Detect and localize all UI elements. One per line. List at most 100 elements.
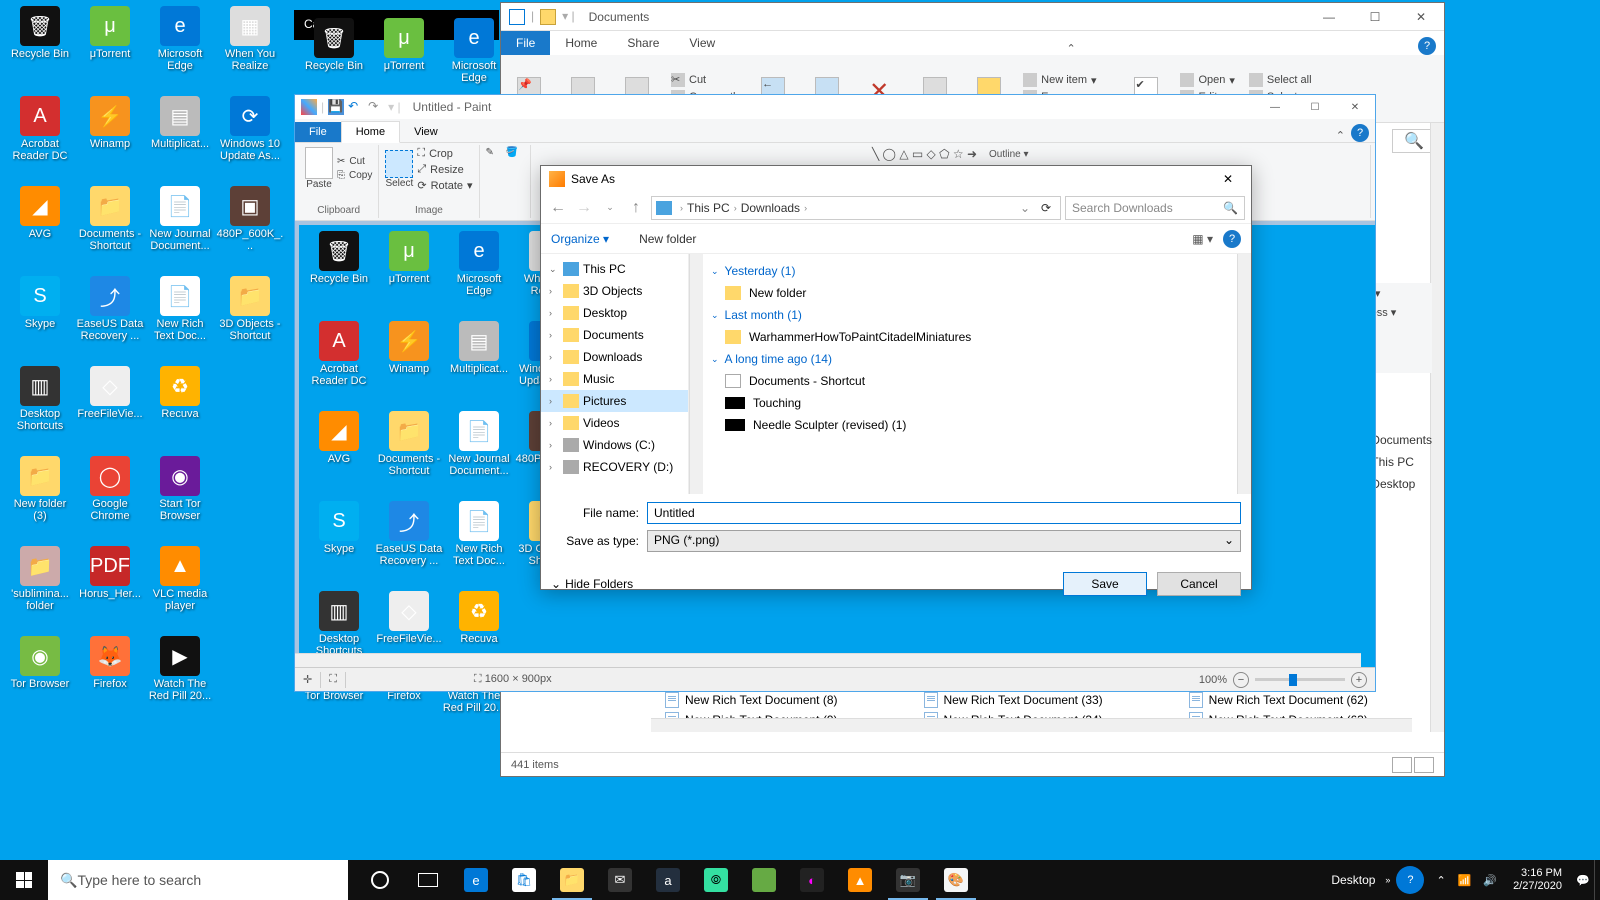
large-icons-view-icon[interactable] xyxy=(1414,757,1434,773)
tree-windows-c-[interactable]: ›Windows (C:) xyxy=(541,434,688,456)
network-icon[interactable]: 📶 xyxy=(1452,874,1478,887)
qat-icon[interactable] xyxy=(509,9,525,25)
clock[interactable]: 3:16 PM 2/27/2020 xyxy=(1503,867,1572,893)
tab-home[interactable]: Home xyxy=(341,121,400,143)
dialog-titlebar[interactable]: Save As ✕ xyxy=(541,166,1251,192)
list-item[interactable]: New folder xyxy=(711,282,1229,304)
cancel-button[interactable]: Cancel xyxy=(1157,572,1241,596)
task-view-button[interactable] xyxy=(404,860,452,900)
taskbar-app2[interactable]: ◐ xyxy=(788,860,836,900)
paint-titlebar[interactable]: | 💾 ↶ ↷ ▾ | Untitled - Paint ― ☐ ✕ xyxy=(295,95,1375,119)
notifications-icon[interactable]: 💬 xyxy=(1572,860,1594,900)
volume-icon[interactable]: 🔊 xyxy=(1477,874,1503,887)
new-folder-button[interactable]: New folder xyxy=(639,232,696,246)
desktop-icon-winamp[interactable]: ⚡Winamp xyxy=(375,321,443,375)
minimize-button[interactable]: ― xyxy=(1255,95,1295,119)
desktop-icon-microsoft-edge[interactable]: eMicrosoft Edge xyxy=(445,231,513,297)
tree-music[interactable]: ›Music xyxy=(541,368,688,390)
desktop-icon-new-folder-3-[interactable]: 📁New folder (3) xyxy=(6,456,74,522)
tree-desktop[interactable]: ›Desktop xyxy=(541,302,688,324)
new-item-button[interactable]: New item ▾ xyxy=(1023,73,1112,87)
desktop-icon-new-rich-text-doc-[interactable]: 📄New Rich Text Doc... xyxy=(146,276,214,342)
desktop-icon-easeus-data-recovery[interactable]: ⤴EaseUS Data Recovery ... xyxy=(375,501,443,567)
taskbar-edge[interactable]: e xyxy=(452,860,500,900)
tips-icon[interactable]: ? xyxy=(1396,866,1424,894)
zoom-slider[interactable] xyxy=(1255,678,1345,681)
taskbar-mail[interactable]: ✉ xyxy=(596,860,644,900)
file-item[interactable]: New Rich Text Document (33) xyxy=(920,690,1107,710)
tree-pictures[interactable]: ›Pictures xyxy=(541,390,688,412)
desktop-toolbar[interactable]: Desktop xyxy=(1331,873,1375,887)
taskbar-camera[interactable]: 📷 xyxy=(884,860,932,900)
desktop-icon-when-you-realize[interactable]: ▦When You Realize xyxy=(216,6,284,72)
list-item[interactable]: Documents - Shortcut xyxy=(711,370,1229,392)
tree-videos[interactable]: ›Videos xyxy=(541,412,688,434)
taskbar-tripadvisor[interactable]: ⦾ xyxy=(692,860,740,900)
tree-recovery-d-[interactable]: ›RECOVERY (D:) xyxy=(541,456,688,478)
group-header[interactable]: ⌄A long time ago (14) xyxy=(711,352,1229,366)
taskbar-explorer[interactable]: 📁 xyxy=(548,860,596,900)
scrollbar-horizontal[interactable] xyxy=(651,718,1412,732)
tree-documents[interactable]: ›Documents xyxy=(541,324,688,346)
zoom-out[interactable]: − xyxy=(1233,672,1249,688)
tab-share[interactable]: Share xyxy=(612,31,674,55)
forward-button[interactable]: → xyxy=(573,197,595,219)
canvas-scroll-h[interactable] xyxy=(295,653,1361,667)
undo-icon[interactable]: ↶ xyxy=(348,99,364,115)
desktop-icon-desktop-shortcuts[interactable]: ▥Desktop Shortcuts xyxy=(305,591,373,657)
desktop-icon--sublimina-folder[interactable]: 📁'sublimina... folder xyxy=(6,546,74,612)
view-button[interactable]: ▦ ▾ xyxy=(1192,232,1213,246)
group-header[interactable]: ⌄Yesterday (1) xyxy=(711,264,1229,278)
back-button[interactable]: ← xyxy=(547,197,569,219)
desktop-icon-desktop-shortcuts[interactable]: ▥Desktop Shortcuts xyxy=(6,366,74,432)
maximize-button[interactable]: ☐ xyxy=(1352,3,1398,31)
outline-button[interactable]: Outline ▾ xyxy=(989,149,1029,160)
organize-button[interactable]: Organize ▾ xyxy=(551,232,609,246)
tab-view[interactable]: View xyxy=(674,31,730,55)
desktop-icon-google-chrome[interactable]: ◯Google Chrome xyxy=(76,456,144,522)
resize-button[interactable]: ⤢ Resize xyxy=(417,163,472,176)
save-icon[interactable]: 💾 xyxy=(328,99,344,115)
refresh-button[interactable]: ⟳ xyxy=(1036,201,1056,215)
close-button[interactable]: ✕ xyxy=(1335,95,1375,119)
save-button[interactable]: Save xyxy=(1063,572,1147,596)
redo-icon[interactable]: ↷ xyxy=(368,99,384,115)
desktop-icon--torrent[interactable]: μμTorrent xyxy=(76,6,144,60)
desktop-icon-480p-600k-[interactable]: ▣480P_600K_... xyxy=(216,186,284,252)
cut-button[interactable]: ✂Cut xyxy=(671,73,739,87)
list-item[interactable]: Needle Sculpter (revised) (1) xyxy=(711,414,1229,436)
desktop-icon-skype[interactable]: SSkype xyxy=(305,501,373,555)
taskbar-store[interactable]: 🛍 xyxy=(500,860,548,900)
nav-desktop[interactable]: Desktop xyxy=(1371,477,1432,491)
help-icon[interactable]: ? xyxy=(1418,37,1436,55)
desktop-icon-recycle-bin[interactable]: 🗑Recycle Bin xyxy=(305,231,373,285)
desktop-icon-freefilevie-[interactable]: ◇FreeFileVie... xyxy=(375,591,443,645)
pencil-tool[interactable]: ✎ xyxy=(486,147,504,165)
taskbar-amazon[interactable]: a xyxy=(644,860,692,900)
filetype-dropdown[interactable]: PNG (*.png)⌄ xyxy=(647,530,1241,552)
select-tool[interactable] xyxy=(385,150,413,178)
taskbar-paint[interactable]: 🎨 xyxy=(932,860,980,900)
group-header[interactable]: ⌄Last month (1) xyxy=(711,308,1229,322)
tree-3d-objects[interactable]: ›3D Objects xyxy=(541,280,688,302)
up-button[interactable]: ↑ xyxy=(625,197,647,219)
taskbar-search[interactable]: 🔍 Type here to search xyxy=(48,860,348,900)
tree-this-pc[interactable]: ⌄This PC xyxy=(541,258,688,280)
cut-button[interactable]: ✂ Cut xyxy=(337,156,372,167)
desktop-icon-recuva[interactable]: ♻Recuva xyxy=(146,366,214,420)
paste-icon[interactable] xyxy=(305,147,333,179)
address-bar[interactable]: › This PC › Downloads › ⌄ ⟳ xyxy=(651,196,1061,220)
nav-tree[interactable]: ⌄This PC›3D Objects›Desktop›Documents›Do… xyxy=(541,254,689,494)
desktop-icon-new-journal-document[interactable]: 📄New Journal Document... xyxy=(445,411,513,477)
list-scrollbar[interactable] xyxy=(1237,254,1251,494)
tab-file[interactable]: File xyxy=(295,122,341,142)
close-button[interactable]: ✕ xyxy=(1213,169,1243,189)
desktop-icon-winamp[interactable]: ⚡Winamp xyxy=(76,96,144,150)
file-item[interactable]: New Rich Text Document (8) xyxy=(661,690,842,710)
tab-file[interactable]: File xyxy=(501,31,550,55)
breadcrumb-folder[interactable]: Downloads xyxy=(741,201,800,215)
desktop-icon-skype[interactable]: SSkype xyxy=(6,276,74,330)
scrollbar-vertical[interactable] xyxy=(1430,123,1444,732)
shapes-gallery[interactable]: ╲ ◯ △ ▭ ◇ ⬠ ☆ ➜ xyxy=(872,147,977,161)
nav-this-pc[interactable]: This PC xyxy=(1371,455,1432,469)
